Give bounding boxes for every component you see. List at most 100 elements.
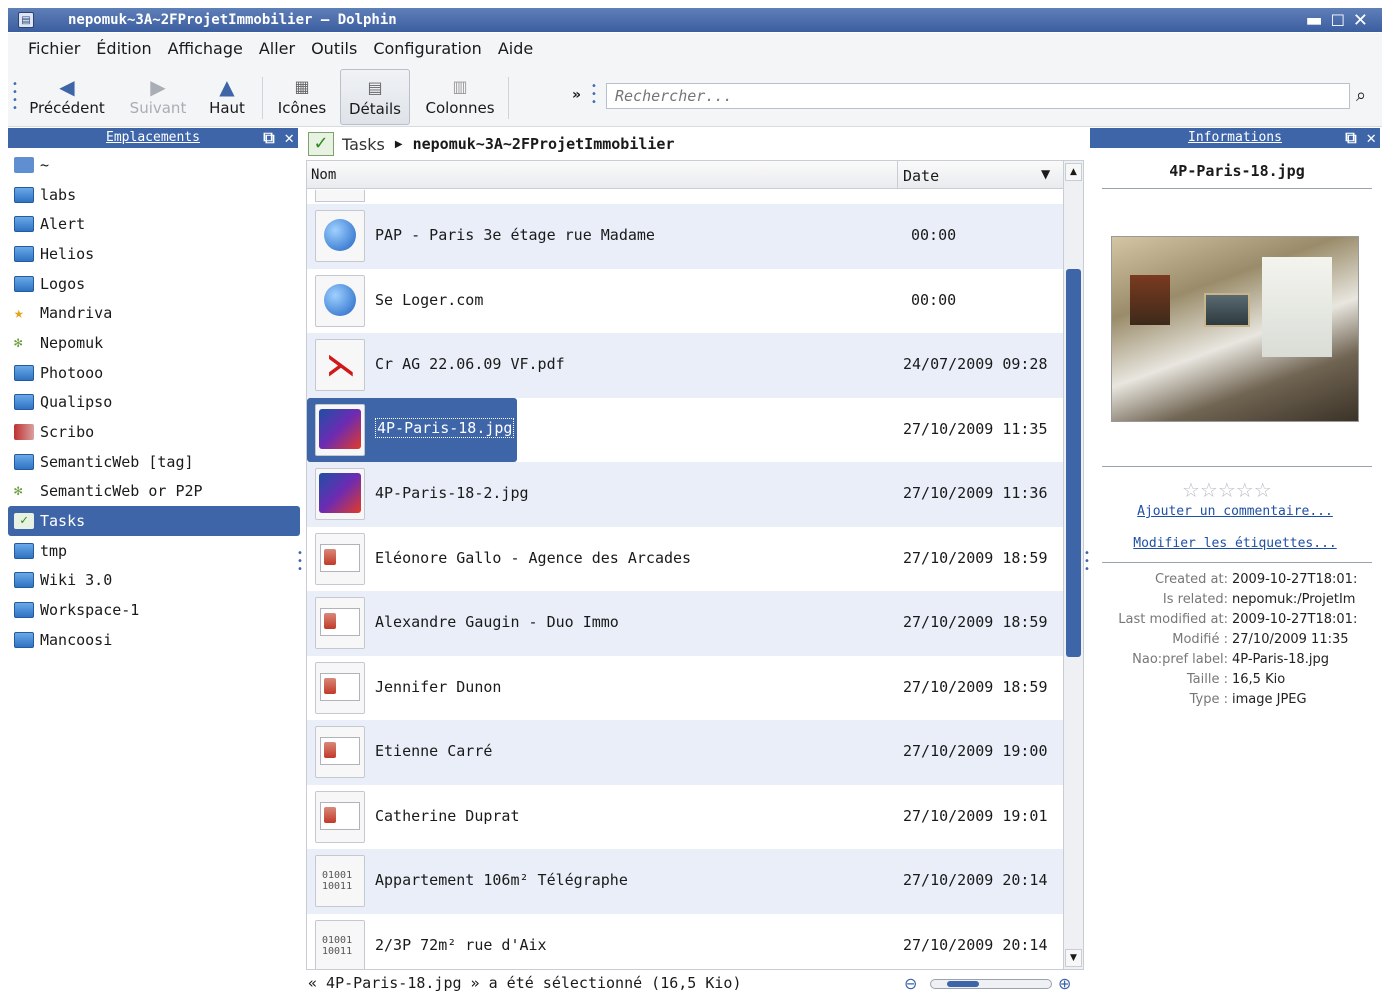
column-name-header[interactable]: Nom (311, 167, 336, 183)
table-row[interactable]: Jennifer Dunon 27/10/2009 18:59 (307, 656, 1063, 721)
preview-window (1262, 257, 1332, 357)
metadata-row: Taille :16,5 Kio (1186, 672, 1286, 687)
place-wiki[interactable]: Wiki 3.0 (8, 566, 300, 596)
menu-outils[interactable]: Outils (311, 39, 357, 58)
table-row-selected[interactable]: 4P-Paris-18.jpg 27/10/2009 11:35 (307, 397, 1063, 463)
folder-icon (14, 542, 34, 559)
table-row[interactable]: Catherine Duprat 27/10/2009 19:01 (307, 785, 1063, 850)
menu-configuration[interactable]: Configuration (373, 39, 482, 58)
scroll-down-icon[interactable]: ▼ (1065, 949, 1082, 967)
table-row[interactable]: PAP - Paris 3e étage rue Madame 00:00 (307, 204, 1063, 269)
maximize-button[interactable]: ☐ (1331, 11, 1345, 30)
tasks-icon: ✓ (308, 132, 334, 156)
float-icon[interactable]: ⧉ (263, 128, 274, 147)
close-button[interactable]: ✕ (1353, 10, 1368, 31)
zoom-slider-handle[interactable] (947, 981, 979, 987)
main-toolbar: • • • • ◀ Précédent ▶ Suivant ▲ Haut ▦ Icôn… (8, 63, 1382, 127)
columns-view-button[interactable]: ▥ Colonnes (422, 69, 498, 125)
place-tmp[interactable]: tmp (8, 536, 300, 566)
search-grip[interactable]: • • • (591, 82, 597, 108)
place-labs[interactable]: labs (8, 180, 300, 210)
place-mancoosi[interactable]: Mancoosi (8, 625, 300, 655)
place-logos[interactable]: Logos (8, 269, 300, 299)
place-tasks[interactable]: ✓ Tasks (8, 506, 300, 536)
metadata-row: Nao:pref label: 4P-Paris-18.jpg (1132, 652, 1329, 667)
place-workspace[interactable]: Workspace-1 (8, 595, 300, 625)
status-message: « 4P-Paris-18.jpg » a été sélectionné (1… (308, 974, 742, 992)
details-view-button[interactable]: ▤ Détails (340, 69, 410, 125)
arrow-left-icon: ◀ (59, 75, 75, 99)
add-comment-link[interactable]: Ajouter un commentaire... (1090, 504, 1380, 519)
close-panel-icon[interactable]: ✕ (1366, 128, 1376, 147)
minimize-button[interactable]: ▬ (1306, 10, 1323, 31)
table-row[interactable]: Eléonore Gallo - Agence des Arcades 27/1… (307, 527, 1063, 592)
web-link-icon (315, 210, 365, 262)
table-row[interactable]: 01001 10011 Appartement 106m² Télégraphe … (307, 849, 1063, 914)
place-mandriva[interactable]: ★ Mandriva (8, 298, 300, 328)
folder-icon (14, 631, 34, 648)
places-panel-buttons: ⧉ ✕ (263, 128, 294, 148)
close-panel-icon[interactable]: ✕ (284, 128, 294, 147)
table-row[interactable]: ⋋ Cr AG 22.06.09 VF.pdf 24/07/2009 09:28 (307, 333, 1063, 398)
up-button[interactable]: ▲ Haut (202, 69, 252, 125)
column-separator[interactable] (897, 161, 898, 189)
scrollbar-thumb[interactable] (1066, 269, 1081, 657)
place-scribo[interactable]: Scribo (8, 417, 300, 447)
breadcrumb-arrow-icon[interactable]: ▶ (395, 139, 403, 150)
metadata-row: Type : image JPEG (1189, 692, 1307, 707)
folder-icon (14, 394, 34, 411)
float-icon[interactable]: ⧉ (1345, 128, 1356, 147)
place-photooo[interactable]: Photooo (8, 358, 300, 388)
divider (1102, 562, 1372, 563)
sort-descending-icon[interactable]: ▼ (1041, 167, 1050, 181)
table-row[interactable]: Se Loger.com 00:00 (307, 269, 1063, 334)
back-button[interactable]: ◀ Précédent (26, 69, 108, 125)
places-splitter[interactable]: • • • (297, 549, 303, 575)
web-link-icon (315, 274, 365, 327)
zoom-in-icon[interactable]: ⊕ (1058, 974, 1071, 993)
place-nepomuk[interactable]: ✻ Nepomuk (8, 328, 300, 358)
rating-stars[interactable]: ☆☆☆☆☆ (1182, 478, 1272, 502)
zoom-slider[interactable] (930, 979, 1052, 989)
table-row[interactable]: 01001 10011 2/3P 72m² rue d'Aix 27/10/200… (307, 914, 1063, 969)
menu-bar: Fichier Édition Affichage Aller Outils C… (8, 33, 1382, 63)
columns-view-icon: ▥ (452, 77, 468, 96)
vertical-scrollbar[interactable]: ▲ ▼ (1063, 161, 1083, 969)
table-row[interactable] (307, 190, 1063, 204)
edit-tags-link[interactable]: Modifier les étiquettes... (1090, 536, 1380, 551)
menu-edition[interactable]: Édition (96, 39, 151, 58)
column-date-header[interactable]: Date (903, 167, 939, 185)
network-folder-icon (14, 186, 34, 203)
zoom-out-icon[interactable]: ⊖ (904, 974, 917, 993)
menu-aide[interactable]: Aide (498, 39, 533, 58)
scroll-up-icon[interactable]: ▲ (1065, 163, 1082, 181)
home-icon (14, 156, 34, 173)
dolphin-app-icon[interactable]: ▤ (18, 12, 34, 28)
divider (1102, 466, 1372, 467)
binoculars-icon[interactable]: ⌕ (1356, 85, 1366, 106)
breadcrumb-current[interactable]: nepomuk~3A~2FProjetImmobilier (413, 135, 675, 153)
forward-button[interactable]: ▶ Suivant (120, 69, 196, 125)
toolbar-separator (508, 77, 509, 119)
star-icon: ★ (14, 303, 24, 323)
place-home[interactable]: ~ (8, 150, 300, 180)
table-row[interactable]: Alexandre Gaugin - Duo Immo 27/10/2009 1… (307, 591, 1063, 656)
place-qualipso[interactable]: Qualipso (8, 388, 300, 418)
place-helios[interactable]: Helios (8, 239, 300, 269)
place-semanticweb-tag[interactable]: SemanticWeb [tag] (8, 447, 300, 477)
search-input[interactable] (606, 83, 1350, 109)
menu-fichier[interactable]: Fichier (28, 39, 80, 58)
contact-card-icon (315, 661, 365, 714)
breadcrumb-root[interactable]: Tasks (342, 135, 385, 154)
place-alert[interactable]: Alert (8, 209, 300, 239)
toolbar-overflow-button[interactable]: » (572, 87, 581, 103)
place-semanticweb-p2p[interactable]: ✻ SemanticWeb or P2P (8, 477, 300, 507)
menu-affichage[interactable]: Affichage (168, 39, 243, 58)
icons-view-button[interactable]: ▦ Icônes (272, 69, 332, 125)
pdf-icon: ⋋ (315, 339, 365, 391)
toolbar-grip[interactable]: • • • • (12, 80, 18, 114)
table-row[interactable]: Etienne Carré 27/10/2009 19:00 (307, 720, 1063, 785)
table-row[interactable]: 4P-Paris-18-2.jpg 27/10/2009 11:36 (307, 462, 1063, 527)
file-icon (315, 190, 365, 202)
menu-aller[interactable]: Aller (259, 39, 295, 58)
